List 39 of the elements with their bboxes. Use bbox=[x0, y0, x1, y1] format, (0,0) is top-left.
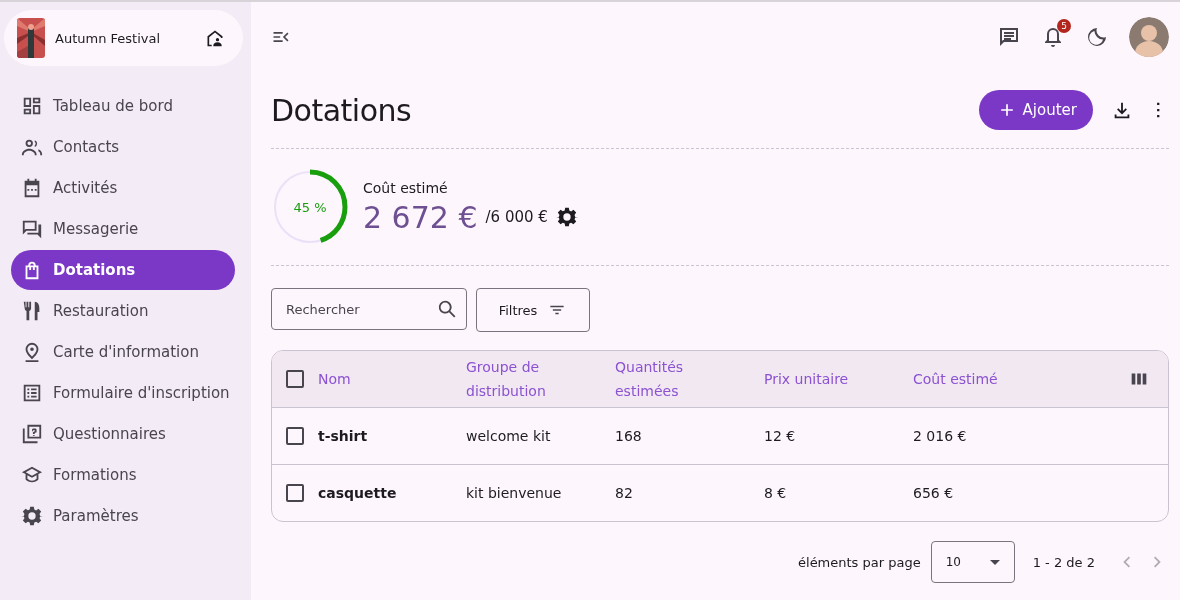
nav-item[interactable]: Carte d'information bbox=[11, 332, 235, 372]
search-field[interactable]: Rechercher bbox=[271, 288, 467, 330]
nav-item[interactable]: Contacts bbox=[11, 127, 235, 167]
column-header[interactable]: Quantités estimées bbox=[615, 355, 764, 403]
nav-item[interactable]: Formations bbox=[11, 455, 235, 495]
nav-item[interactable]: Tableau de bord bbox=[11, 86, 235, 126]
notification-badge: 5 bbox=[1057, 19, 1071, 33]
nav-item[interactable]: Messagerie bbox=[11, 209, 235, 249]
table-cell-text: 2 016 € bbox=[913, 428, 968, 444]
table-cell-text: 12 € bbox=[764, 428, 797, 444]
nav-item[interactable]: Questionnaires bbox=[11, 414, 235, 454]
table-cell-text: casquette bbox=[318, 485, 398, 501]
page-size-select[interactable]: 10 bbox=[930, 541, 1015, 583]
budget-limit: /6 000 € bbox=[485, 208, 548, 226]
column-header[interactable]: Coût estimé bbox=[913, 367, 1128, 391]
nav-item[interactable]: Paramètres bbox=[11, 496, 235, 536]
table-cell-text: 168 bbox=[615, 428, 643, 444]
cost-amount: 2 672 € bbox=[363, 199, 478, 235]
page-range: 1 - 2 de 2 bbox=[1032, 554, 1095, 570]
progress-percent: 45 % bbox=[293, 199, 327, 215]
column-header[interactable]: Prix unitaire bbox=[764, 367, 913, 391]
column-header[interactable]: Groupe de distribution bbox=[466, 355, 615, 403]
event-name: Autumn Festival bbox=[55, 30, 162, 46]
nav-item[interactable]: Dotations bbox=[11, 250, 235, 290]
table-cell-text: 656 € bbox=[913, 485, 955, 501]
nav-item[interactable]: Formulaire d'inscription bbox=[11, 373, 235, 413]
cost-label: Coût estimé bbox=[363, 179, 449, 196]
table-cell-text: kit bienvenue bbox=[466, 485, 563, 501]
nav-item[interactable]: Restauration bbox=[11, 291, 235, 331]
filters-button[interactable]: Filtres bbox=[476, 288, 590, 332]
add-button[interactable]: Ajouter bbox=[978, 90, 1093, 130]
table-cell-text: 8 € bbox=[764, 485, 788, 501]
table-cell-text: t-shirt bbox=[318, 428, 369, 444]
page-title: Dotations bbox=[271, 92, 413, 128]
page-size-label: éléments par page bbox=[798, 554, 921, 570]
nav-item[interactable]: Activités bbox=[11, 168, 235, 208]
column-header[interactable]: Nom bbox=[318, 367, 466, 391]
table-cell-text: welcome kit bbox=[466, 428, 552, 444]
table-cell-text: 82 bbox=[615, 485, 634, 501]
